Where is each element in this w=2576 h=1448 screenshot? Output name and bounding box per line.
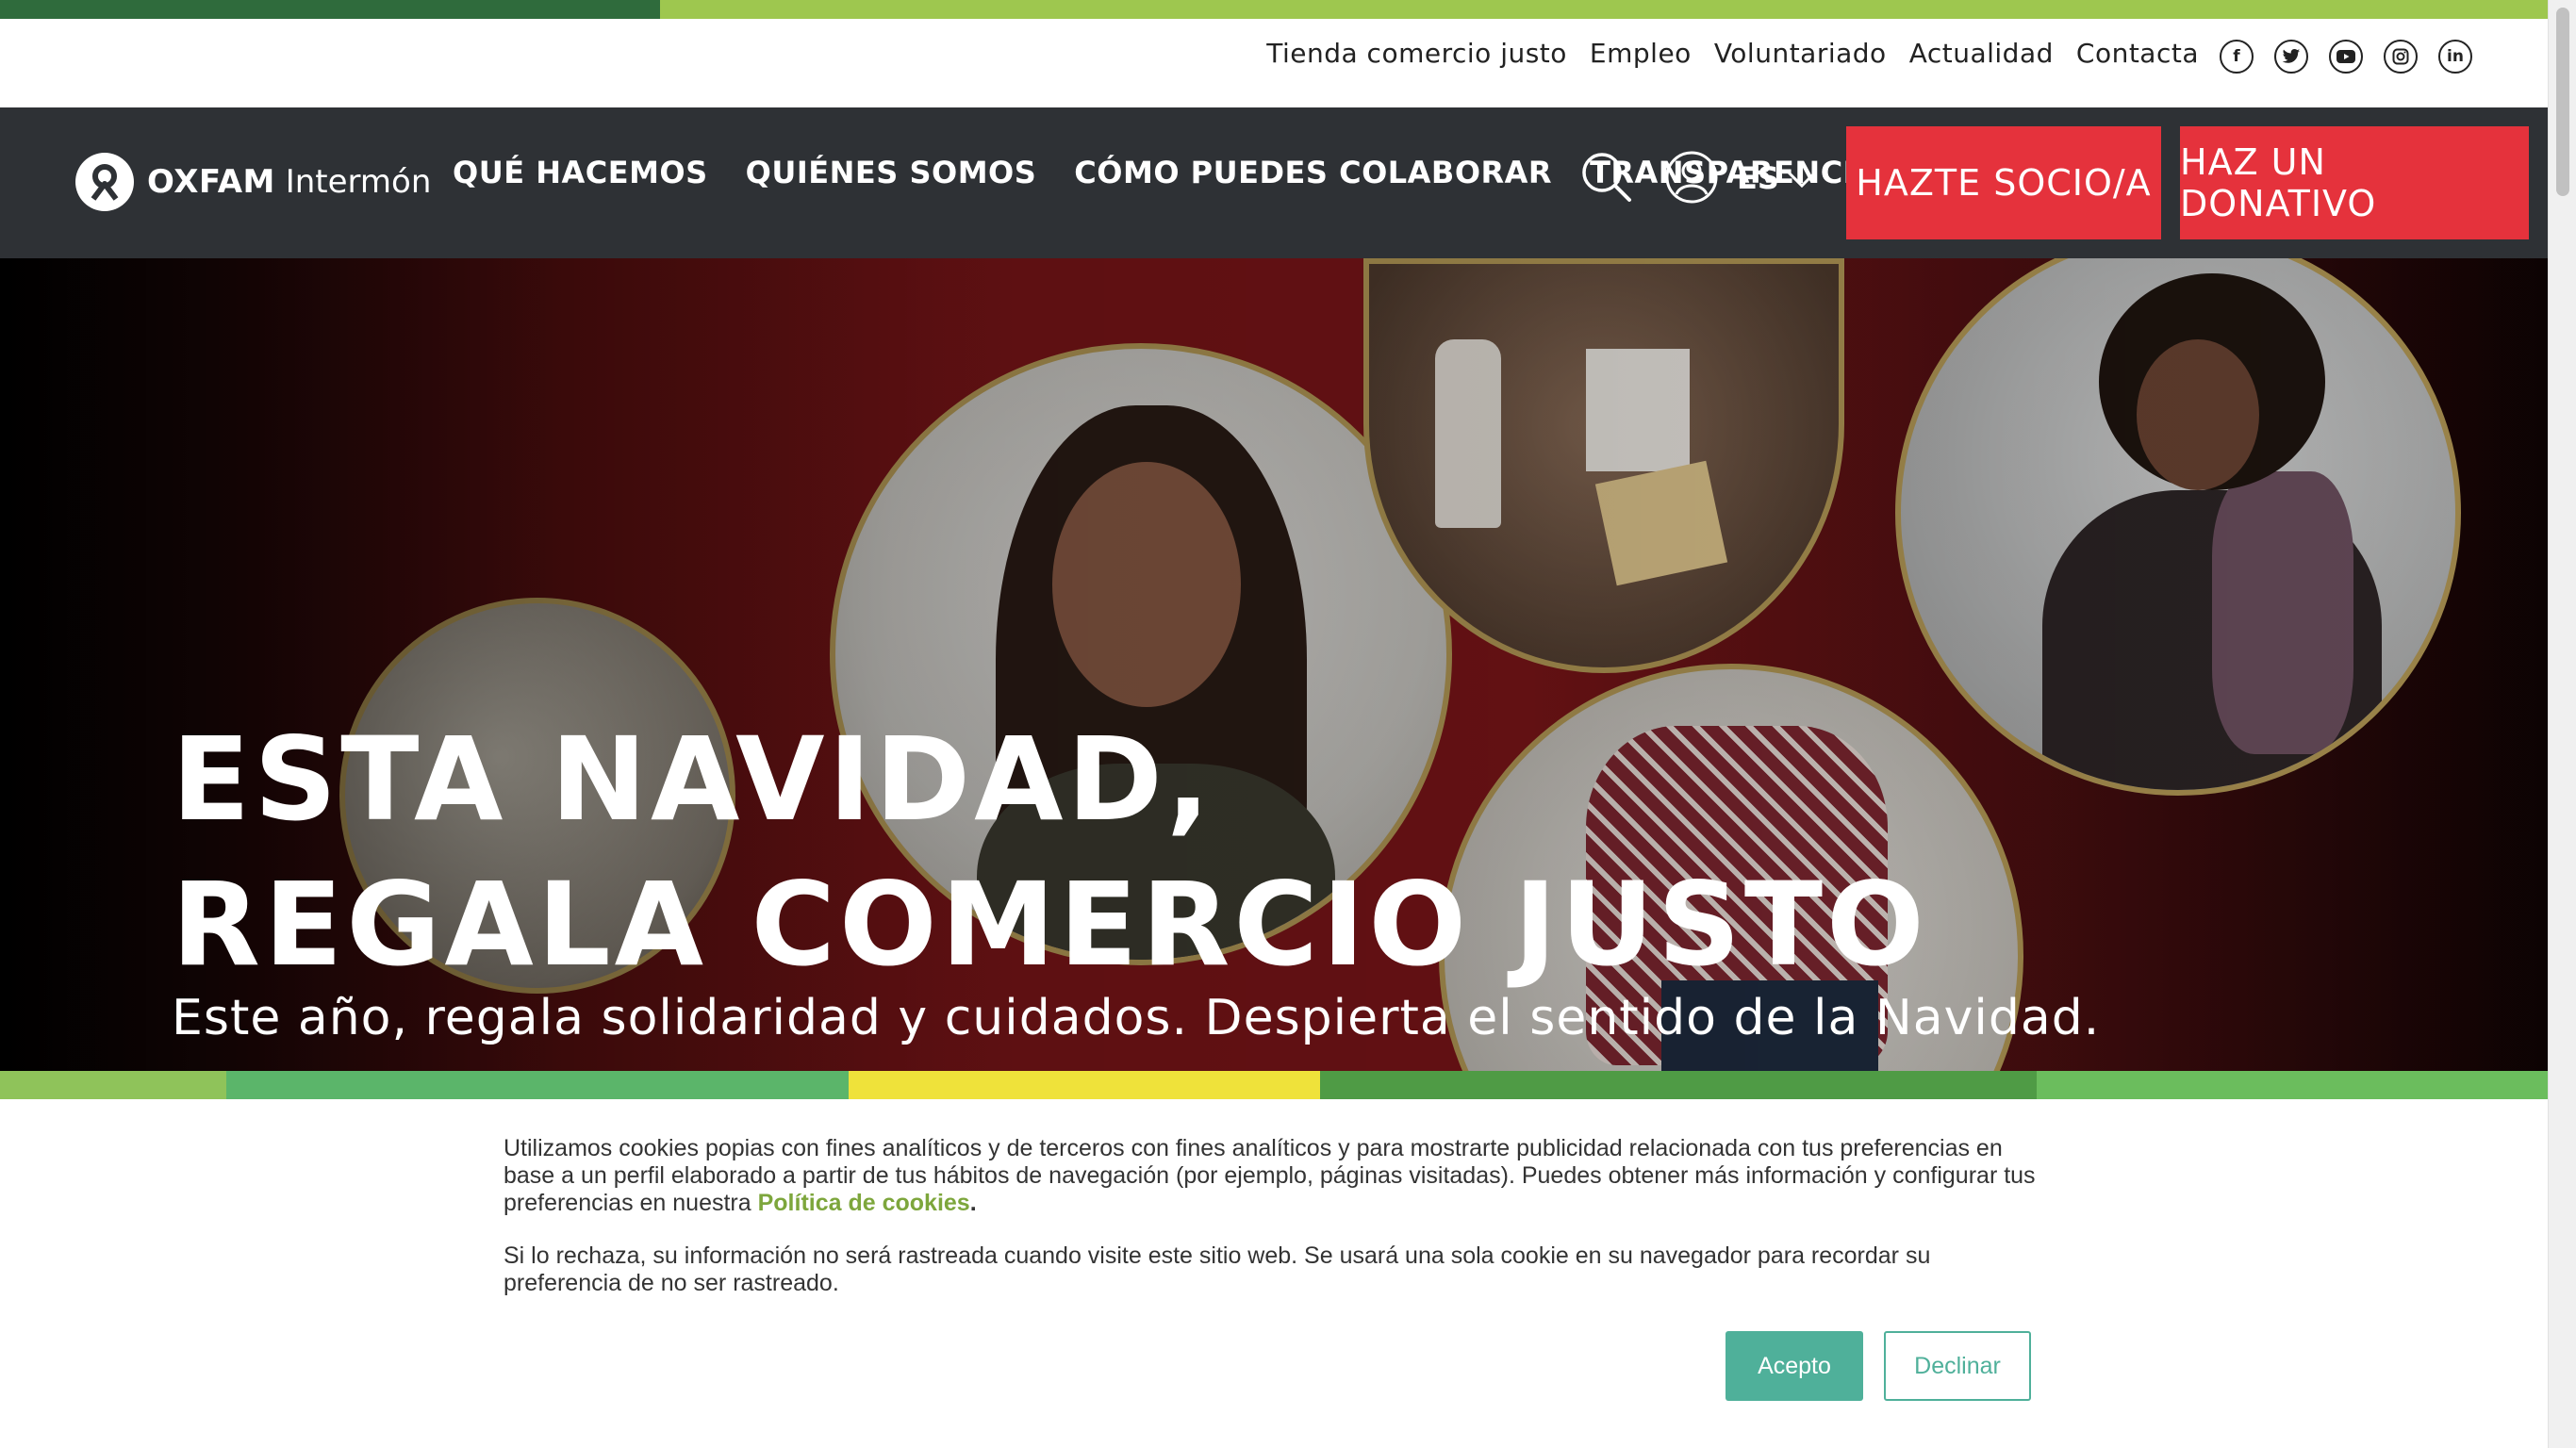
util-link-voluntariado[interactable]: Voluntariado [1714, 38, 1887, 69]
hero-title: ESTA NAVIDAD, REGALA COMERCIO JUSTO [172, 713, 1928, 992]
utility-links: Tienda comercio justo Empleo Voluntariad… [1266, 38, 2199, 69]
util-link-empleo[interactable]: Empleo [1590, 38, 1692, 69]
twitter-icon[interactable] [2274, 40, 2308, 74]
social-links: f in [2220, 40, 2472, 74]
oxfam-logo-icon [75, 153, 134, 211]
top-color-strip [0, 0, 2548, 19]
facebook-icon[interactable]: f [2220, 40, 2254, 74]
scrollbar-thumb[interactable] [2556, 8, 2569, 196]
accept-cookies-button[interactable]: Acepto [1726, 1331, 1863, 1401]
cookie-policy-link[interactable]: Política de cookies [758, 1190, 970, 1216]
main-navigation: OXFAM Intermón QUÉ HACEMOS QUIÉNES SOMOS… [0, 107, 2548, 258]
oxfam-logo[interactable]: OXFAM Intermón [75, 153, 431, 211]
hero-subtitle: Este año, regala solidaridad y cuidados.… [172, 990, 2101, 1046]
page-scrollbar[interactable] [2548, 0, 2576, 1448]
search-icon[interactable] [1578, 149, 1635, 210]
decorative-color-strip [0, 1071, 2548, 1099]
util-link-tienda[interactable]: Tienda comercio justo [1266, 38, 1567, 69]
cookie-tracking-text: Si lo rechaza, su información no será ra… [504, 1242, 1931, 1296]
util-link-actualidad[interactable]: Actualidad [1909, 38, 2054, 69]
youtube-icon[interactable] [2329, 40, 2363, 74]
hero-banner: ESTA NAVIDAD, REGALA COMERCIO JUSTO Este… [0, 258, 2548, 1071]
linkedin-icon[interactable]: in [2438, 40, 2472, 74]
language-label: ES [1737, 160, 1779, 196]
instagram-icon[interactable] [2384, 40, 2418, 74]
cookie-text: Utilizamos cookies popias con fines anal… [504, 1135, 2036, 1216]
user-account-icon[interactable] [1663, 149, 1720, 210]
util-link-contacta[interactable]: Contacta [2076, 38, 2199, 69]
haz-donativo-button[interactable]: HAZ UN DONATIVO [2180, 126, 2529, 239]
nav-quienes-somos[interactable]: QUIÉNES SOMOS [746, 155, 1037, 190]
utility-bar: Tienda comercio justo Empleo Voluntariad… [0, 19, 2548, 107]
cookie-banner: Utilizamos cookies popias con fines anal… [0, 1099, 2548, 1448]
hazte-socio-button[interactable]: HAZTE SOCIO/A [1846, 126, 2161, 239]
chevron-down-icon [1787, 160, 1817, 196]
language-selector[interactable]: ES [1737, 160, 1817, 196]
nav-como-puedes-colaborar[interactable]: CÓMO PUEDES COLABORAR [1074, 155, 1552, 190]
brand-name: OXFAM Intermón [147, 163, 432, 201]
nav-que-hacemos[interactable]: QUÉ HACEMOS [453, 155, 708, 190]
decline-cookies-button[interactable]: Declinar [1884, 1331, 2031, 1401]
